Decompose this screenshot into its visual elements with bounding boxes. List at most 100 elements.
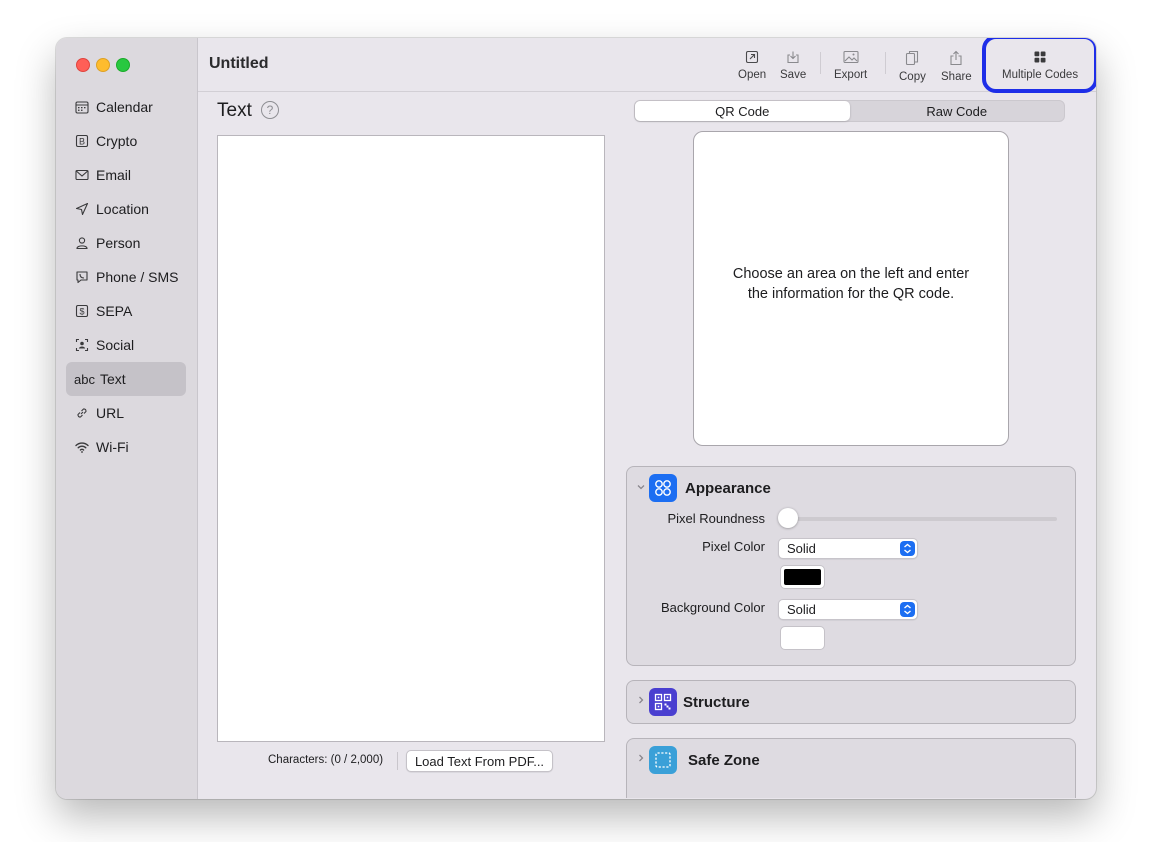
sidebar-item-wifi[interactable]: Wi-Fi	[66, 430, 186, 464]
open-icon	[746, 50, 759, 64]
sidebar-list: Calendar B Crypto Email Location Person …	[66, 90, 186, 464]
qr-structure-icon	[649, 688, 677, 716]
pixel-color-select[interactable]: Solid	[778, 538, 918, 559]
appearance-header[interactable]: Appearance	[627, 467, 1075, 511]
tab-qr-code[interactable]: QR Code	[635, 101, 850, 121]
footer-separator	[397, 752, 398, 770]
open-label: Open	[738, 69, 767, 81]
sidebar-item-person[interactable]: Person	[66, 226, 186, 260]
pixel-color-value: Solid	[787, 541, 816, 556]
share-label: Share	[941, 71, 972, 83]
sidebar-item-label: Phone / SMS	[96, 269, 179, 285]
chevron-right-icon	[636, 695, 646, 708]
window-title: Untitled	[209, 55, 269, 72]
help-button[interactable]: ?	[261, 101, 279, 119]
safe-zone-panel[interactable]: Safe Zone	[626, 738, 1076, 798]
share-icon	[950, 50, 962, 66]
bitcoin-icon: B	[74, 133, 90, 149]
toolbar: Untitled Open Save Export Copy Share Mul…	[198, 38, 1096, 92]
share-button[interactable]: Share	[941, 50, 972, 83]
toolbar-separator	[885, 52, 886, 74]
preview-segmented-control: QR Code Raw Code	[634, 100, 1065, 122]
sidebar-item-label: Location	[96, 201, 149, 217]
social-person-icon	[74, 337, 90, 353]
copy-button[interactable]: Copy	[899, 50, 926, 83]
sidebar-item-email[interactable]: Email	[66, 158, 186, 192]
chevron-updown-icon	[900, 541, 915, 556]
sidebar-item-social[interactable]: Social	[66, 328, 186, 362]
appearance-title: Appearance	[685, 480, 771, 497]
sidebar-item-url[interactable]: URL	[66, 396, 186, 430]
pixel-roundness-label: Pixel Roundness	[667, 511, 765, 526]
save-label: Save	[780, 69, 807, 81]
appearance-panel: Appearance Pixel Roundness Pixel Color S…	[626, 466, 1076, 666]
qr-placeholder-message: Choose an area on the left and enter the…	[732, 265, 970, 302]
load-text-from-pdf-button[interactable]: Load Text From PDF...	[406, 750, 553, 772]
abc-icon: abc	[74, 371, 95, 387]
sidebar-item-label: Person	[96, 235, 141, 251]
wifi-icon	[74, 439, 90, 455]
background-color-label: Background Color	[660, 600, 765, 615]
sidebar-item-crypto[interactable]: B Crypto	[66, 124, 186, 158]
sidebar-item-phone-sms[interactable]: Phone / SMS	[66, 260, 186, 294]
sidebar-item-label: Calendar	[96, 99, 153, 115]
svg-text:$: $	[79, 307, 84, 317]
background-color-value: Solid	[787, 602, 816, 617]
sidebar-item-label: Social	[96, 337, 135, 353]
envelope-icon	[74, 167, 90, 183]
appearance-icon	[649, 474, 677, 502]
tab-raw-code[interactable]: Raw Code	[850, 101, 1065, 121]
pixel-roundness-slider-knob[interactable]	[778, 508, 798, 528]
sidebar-item-label: Email	[96, 167, 132, 183]
background-color-swatch[interactable]	[780, 626, 825, 650]
background-color-select[interactable]: Solid	[778, 599, 918, 620]
sidebar-item-label: Wi-Fi	[96, 439, 129, 455]
svg-text:B: B	[79, 137, 85, 147]
chevron-updown-icon	[900, 602, 915, 617]
sidebar-item-calendar[interactable]: Calendar	[66, 90, 186, 124]
chevron-down-icon	[636, 482, 646, 495]
sidebar-item-label: Text	[99, 371, 126, 387]
safe-zone-title: Safe Zone	[688, 752, 760, 769]
pixel-color-swatch-fill	[784, 569, 821, 585]
pixel-color-swatch[interactable]	[780, 565, 825, 589]
open-button[interactable]: Open	[738, 50, 766, 81]
minimize-window-button[interactable]	[96, 58, 110, 72]
sidebar-item-label: Crypto	[96, 133, 138, 149]
sidebar-item-text[interactable]: abc Text	[66, 362, 186, 396]
export-button[interactable]: Export	[834, 50, 867, 81]
export-image-icon	[843, 50, 859, 64]
toolbar-separator	[820, 52, 821, 74]
character-count: Characters: (0 / 2,000)	[268, 754, 384, 766]
save-icon	[787, 51, 799, 64]
save-button[interactable]: Save	[780, 50, 806, 81]
copy-label: Copy	[899, 71, 926, 83]
safe-zone-icon	[649, 746, 677, 774]
highlight-annotation	[982, 38, 1096, 93]
phone-bubble-icon	[74, 269, 90, 285]
sidebar-item-location[interactable]: Location	[66, 192, 186, 226]
pixel-roundness-slider-track[interactable]	[789, 517, 1057, 521]
location-arrow-icon	[74, 201, 90, 217]
person-icon	[74, 235, 90, 251]
pixel-color-label: Pixel Color	[702, 539, 765, 554]
sidebar-item-label: URL	[96, 405, 125, 421]
sidebar: Calendar B Crypto Email Location Person …	[56, 38, 198, 799]
dollar-box-icon: $	[74, 303, 90, 319]
structure-title: Structure	[683, 694, 750, 711]
text-input-area[interactable]	[217, 135, 605, 742]
calendar-icon	[74, 99, 90, 115]
qr-preview-box: Choose an area on the left and enter the…	[693, 131, 1009, 446]
link-icon	[74, 405, 90, 421]
copy-icon	[906, 50, 919, 66]
background-color-swatch-fill	[784, 630, 821, 646]
structure-panel[interactable]: Structure	[626, 680, 1076, 724]
app-window: Calendar B Crypto Email Location Person …	[56, 38, 1096, 799]
chevron-right-icon	[636, 753, 646, 766]
close-window-button[interactable]	[76, 58, 90, 72]
text-heading: Text	[217, 100, 252, 121]
export-label: Export	[834, 69, 868, 81]
sidebar-item-label: SEPA	[96, 303, 133, 319]
zoom-window-button[interactable]	[116, 58, 130, 72]
sidebar-item-sepa[interactable]: $ SEPA	[66, 294, 186, 328]
